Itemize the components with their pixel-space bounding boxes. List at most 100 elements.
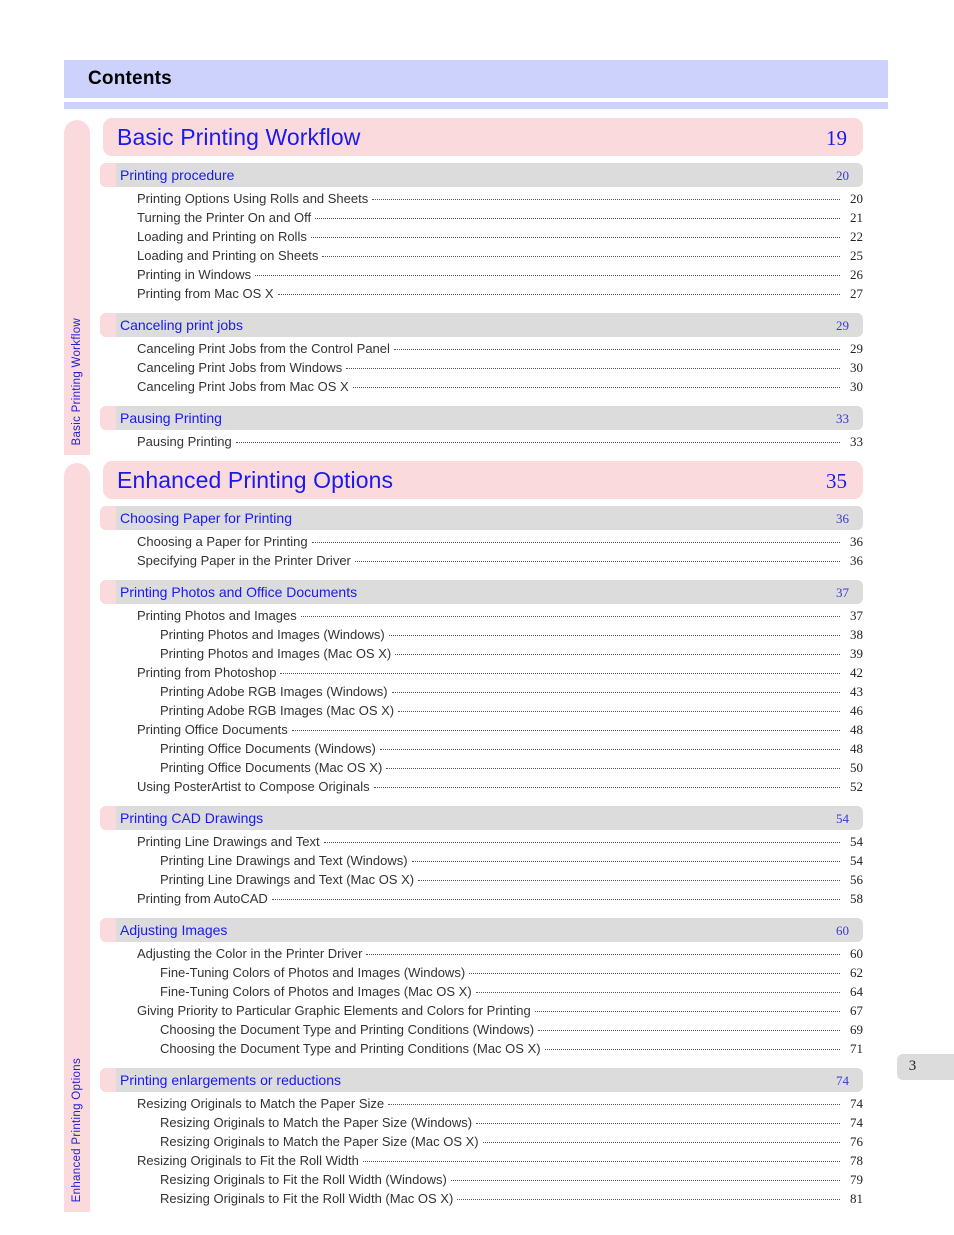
toc-entry[interactable]: Printing from Photoshop 42 bbox=[137, 665, 863, 684]
toc-entry[interactable]: Choosing the Document Type and Printing … bbox=[160, 1022, 863, 1041]
section-page-number: 36 bbox=[836, 511, 849, 526]
toc-entry[interactable]: Canceling Print Jobs from the Control Pa… bbox=[137, 341, 863, 360]
section-header[interactable]: Printing enlargements or reductions 74 bbox=[100, 1068, 863, 1092]
toc-entry[interactable]: Resizing Originals to Match the Paper Si… bbox=[137, 1096, 863, 1115]
section-page-number: 29 bbox=[836, 318, 849, 333]
section-page-number: 33 bbox=[836, 411, 849, 426]
toc-entry-text: Printing Office Documents (Windows) bbox=[160, 741, 376, 756]
dot-leader bbox=[418, 879, 840, 881]
section-header[interactable]: Canceling print jobs 29 bbox=[100, 313, 863, 337]
toc-entry-page-number: 67 bbox=[850, 1003, 863, 1018]
section-header[interactable]: Printing Photos and Office Documents 37 bbox=[100, 580, 863, 604]
toc-entry[interactable]: Printing Photos and Images (Mac OS X) 39 bbox=[160, 646, 863, 665]
sidebar-tab-label: Enhanced Printing Options bbox=[71, 1057, 83, 1202]
toc-entry-text: Choosing a Paper for Printing bbox=[137, 534, 308, 549]
toc-entry[interactable]: Resizing Originals to Match the Paper Si… bbox=[160, 1134, 863, 1153]
toc-entry-page-number: 22 bbox=[850, 229, 863, 244]
toc-entry[interactable]: Printing Line Drawings and Text 54 bbox=[137, 834, 863, 853]
toc-entry[interactable]: Printing Options Using Rolls and Sheets 2… bbox=[137, 191, 863, 210]
toc-entry[interactable]: Canceling Print Jobs from Mac OS X 30 bbox=[137, 379, 863, 398]
toc-entry[interactable]: Printing in Windows 26 bbox=[137, 267, 863, 286]
toc-entry[interactable]: Pausing Printing 33 bbox=[137, 434, 863, 453]
toc-entry-text: Fine-Tuning Colors of Photos and Images … bbox=[160, 965, 466, 980]
dot-leader bbox=[379, 748, 840, 750]
toc-entry-page-number: 25 bbox=[850, 248, 863, 263]
dot-leader bbox=[346, 367, 840, 369]
toc-entry[interactable]: Specifying Paper in the Printer Driver 36 bbox=[137, 553, 863, 572]
toc-entry[interactable]: Resizing Originals to Fit the Roll Width… bbox=[160, 1172, 863, 1191]
section-header[interactable]: Printing CAD Drawings 54 bbox=[100, 806, 863, 830]
section-header[interactable]: Adjusting Images 60 bbox=[100, 918, 863, 942]
toc-entry[interactable]: Printing from AutoCAD 58 bbox=[137, 891, 863, 910]
section-header[interactable]: Choosing Paper for Printing 36 bbox=[100, 506, 863, 530]
toc-entry-text: Printing from Photoshop bbox=[137, 665, 277, 680]
section-cap bbox=[100, 806, 116, 830]
toc-entry[interactable]: Using PosterArtist to Compose Originals 5… bbox=[137, 779, 863, 798]
toc-entry-text: Pausing Printing bbox=[137, 434, 232, 449]
toc-entry[interactable]: Loading and Printing on Rolls 22 bbox=[137, 229, 863, 248]
dot-leader bbox=[235, 441, 840, 443]
toc-entry[interactable]: Printing Office Documents (Windows) 48 bbox=[160, 741, 863, 760]
toc-entry-text: Giving Priority to Particular Graphic El… bbox=[137, 1003, 531, 1018]
header-rule bbox=[64, 102, 888, 109]
chapter-header[interactable]: Enhanced Printing Options 35 bbox=[103, 461, 863, 499]
toc-entry[interactable]: Printing Adobe RGB Images (Mac OS X) 46 bbox=[160, 703, 863, 722]
toc-entry[interactable]: Printing Office Documents 48 bbox=[137, 722, 863, 741]
page-number-badge: 3 bbox=[897, 1054, 954, 1080]
toc-entry[interactable]: Resizing Originals to Fit the Roll Width… bbox=[160, 1191, 863, 1210]
toc-entry-text: Fine-Tuning Colors of Photos and Images … bbox=[160, 984, 472, 999]
chapter-header[interactable]: Basic Printing Workflow 19 bbox=[103, 118, 863, 156]
sidebar-tab-1[interactable]: Basic Printing Workflow bbox=[64, 120, 90, 455]
toc-entry[interactable]: Printing Line Drawings and Text (Mac OS … bbox=[160, 872, 863, 891]
section-header[interactable]: Printing procedure 20 bbox=[100, 163, 863, 187]
toc-entry-page-number: 74 bbox=[850, 1096, 863, 1111]
toc-entry-text: Choosing the Document Type and Printing … bbox=[160, 1022, 535, 1037]
toc-entry-text: Resizing Originals to Match the Paper Si… bbox=[137, 1096, 385, 1111]
toc-entry-text: Loading and Printing on Sheets bbox=[137, 248, 319, 263]
dot-leader bbox=[373, 786, 840, 788]
section-cap bbox=[100, 163, 116, 187]
toc-entry[interactable]: Choosing the Document Type and Printing … bbox=[160, 1041, 863, 1060]
toc-entry-text: Printing Line Drawings and Text (Windows… bbox=[160, 853, 408, 868]
section-cap bbox=[100, 1068, 116, 1092]
toc-entry[interactable]: Choosing a Paper for Printing 36 bbox=[137, 534, 863, 553]
toc-entry-page-number: 37 bbox=[850, 608, 863, 623]
toc-entry[interactable]: Canceling Print Jobs from Windows 30 bbox=[137, 360, 863, 379]
toc-entry-page-number: 29 bbox=[850, 341, 863, 356]
table-of-contents: Basic Printing Workflow Basic Printing Wo… bbox=[0, 118, 954, 1218]
dot-leader bbox=[311, 541, 840, 543]
toc-entry-page-number: 20 bbox=[850, 191, 863, 206]
dot-leader bbox=[395, 653, 840, 655]
section-title: Adjusting Images bbox=[120, 922, 228, 938]
toc-entry[interactable]: Resizing Originals to Fit the Roll Width… bbox=[137, 1153, 863, 1172]
toc-entry[interactable]: Printing Photos and Images (Windows) 38 bbox=[160, 627, 863, 646]
toc-entry[interactable]: Turning the Printer On and Off 21 bbox=[137, 210, 863, 229]
section-title: Printing Photos and Office Documents bbox=[120, 584, 358, 600]
toc-entry[interactable]: Loading and Printing on Sheets 25 bbox=[137, 248, 863, 267]
toc-entry-page-number: 56 bbox=[850, 872, 863, 887]
sidebar-tab-2[interactable]: Enhanced Printing Options bbox=[64, 463, 90, 1212]
section-cap bbox=[100, 313, 116, 337]
toc-entry-page-number: 69 bbox=[850, 1022, 863, 1037]
sidebar-tab-label: Basic Printing Workflow bbox=[71, 317, 83, 445]
toc-entry-text: Printing Adobe RGB Images (Windows) bbox=[160, 684, 388, 699]
toc-entry[interactable]: Printing Photos and Images 37 bbox=[137, 608, 863, 627]
toc-entry[interactable]: Giving Priority to Particular Graphic El… bbox=[137, 1003, 863, 1022]
toc-entry[interactable]: Fine-Tuning Colors of Photos and Images … bbox=[160, 965, 863, 984]
dot-leader bbox=[391, 691, 840, 693]
dot-leader bbox=[411, 860, 840, 862]
toc-entry[interactable]: Fine-Tuning Colors of Photos and Images … bbox=[160, 984, 863, 1003]
toc-entry-page-number: 43 bbox=[850, 684, 863, 699]
toc-entry[interactable]: Adjusting the Color in the Printer Drive… bbox=[137, 946, 863, 965]
toc-entry[interactable]: Printing Adobe RGB Images (Windows) 43 bbox=[160, 684, 863, 703]
dot-leader bbox=[538, 1029, 840, 1031]
section-header[interactable]: Pausing Printing 33 bbox=[100, 406, 863, 430]
dot-leader bbox=[475, 991, 840, 993]
toc-entry[interactable]: Resizing Originals to Match the Paper Si… bbox=[160, 1115, 863, 1134]
toc-entry[interactable]: Printing Office Documents (Mac OS X) 50 bbox=[160, 760, 863, 779]
toc-entry[interactable]: Printing from Mac OS X 27 bbox=[137, 286, 863, 305]
toc-entry-text: Printing Line Drawings and Text bbox=[137, 834, 320, 849]
toc-entry[interactable]: Printing Line Drawings and Text (Windows… bbox=[160, 853, 863, 872]
